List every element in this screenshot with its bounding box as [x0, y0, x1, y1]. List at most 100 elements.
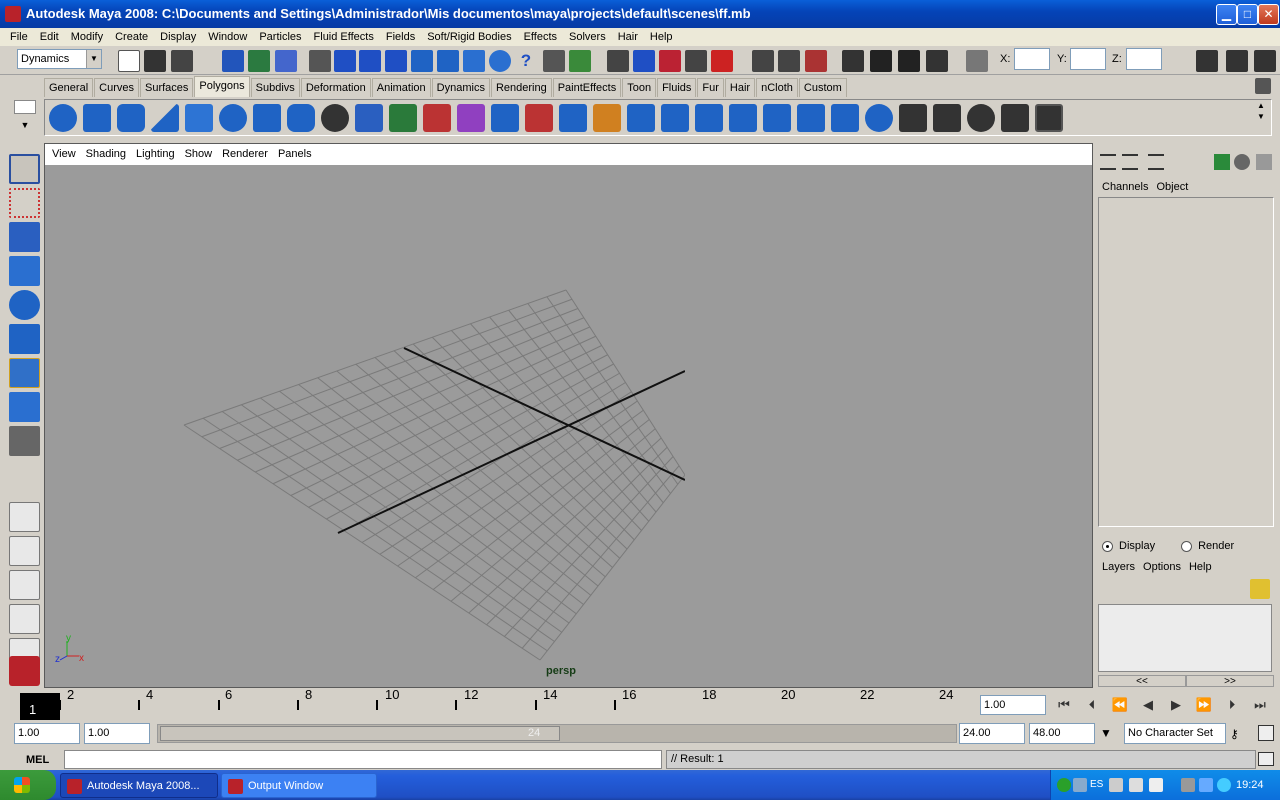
taskbar-item-maya[interactable]: Autodesk Maya 2008...	[60, 773, 218, 798]
new-layer-icon[interactable]	[1250, 579, 1270, 599]
playback-end-field[interactable]: 24.00	[959, 723, 1025, 744]
shelf-tab-ncloth[interactable]: nCloth	[756, 78, 798, 97]
uv-spherical-icon[interactable]	[967, 104, 995, 132]
render-current-icon[interactable]	[805, 50, 827, 72]
poly-torus-icon[interactable]	[219, 104, 247, 132]
key-icon[interactable]: ⚷	[1230, 727, 1250, 741]
start-button[interactable]	[0, 770, 56, 800]
average-vertices-icon[interactable]	[491, 104, 519, 132]
command-input[interactable]	[64, 750, 662, 769]
go-to-end-icon[interactable]: ⏭	[1248, 695, 1272, 715]
tool-options-icon[interactable]	[1214, 154, 1230, 170]
sphere-icon[interactable]	[489, 50, 511, 72]
graph-editor-layout-icon[interactable]	[9, 604, 40, 634]
menu-edit[interactable]: Edit	[34, 28, 65, 46]
scroll-left-button[interactable]: <<	[1098, 675, 1186, 687]
channel-layer-icon[interactable]	[1148, 154, 1164, 170]
animation-end-field[interactable]: 48.00	[1029, 723, 1095, 744]
tray-monitor-icon[interactable]	[1199, 778, 1213, 792]
bevel-icon[interactable]	[763, 104, 791, 132]
menu-hair[interactable]: Hair	[612, 28, 644, 46]
extract-icon[interactable]	[423, 104, 451, 132]
smooth-icon[interactable]	[457, 104, 485, 132]
options-menu[interactable]: Options	[1139, 558, 1185, 576]
menu-modify[interactable]: Modify	[65, 28, 109, 46]
paint-select-tool-icon[interactable]	[9, 222, 40, 252]
y-field[interactable]	[1070, 48, 1106, 70]
append-polygon-icon[interactable]	[627, 104, 655, 132]
render-region-icon[interactable]	[607, 50, 629, 72]
rotate-tool-icon[interactable]	[9, 290, 40, 320]
x-field[interactable]	[1014, 48, 1050, 70]
tray-volume-icon[interactable]	[1149, 778, 1163, 792]
ik-handle-icon[interactable]	[633, 50, 655, 72]
uv-planar-icon[interactable]	[899, 104, 927, 132]
current-time-field[interactable]: 1.00	[980, 695, 1046, 715]
shelf-tab-fur[interactable]: Fur	[697, 78, 724, 97]
layer-list[interactable]	[1098, 604, 1272, 672]
shelf-tab-surfaces[interactable]: Surfaces	[139, 78, 194, 97]
panel-menu-show[interactable]: Show	[180, 144, 218, 165]
render-globals-icon[interactable]	[926, 50, 948, 72]
close-button[interactable]: ✕	[1258, 4, 1279, 25]
tool-settings-icon[interactable]	[1226, 50, 1248, 72]
menu-display[interactable]: Display	[154, 28, 202, 46]
show-manipulator-icon[interactable]	[9, 426, 40, 456]
menu-soft-rigid-bodies[interactable]: Soft/Rigid Bodies	[421, 28, 517, 46]
menu-file[interactable]: File	[4, 28, 34, 46]
shelf-tab-dynamics[interactable]: Dynamics	[431, 78, 490, 97]
panel-menu-panels[interactable]: Panels	[273, 144, 317, 165]
soft-modification-icon[interactable]	[9, 392, 40, 422]
tray-search-icon[interactable]	[1217, 778, 1231, 792]
transform-mode-icon[interactable]	[966, 50, 988, 72]
four-view-layout-icon[interactable]	[9, 536, 40, 566]
poly-helix-icon[interactable]	[321, 104, 349, 132]
shelf-tab-animation[interactable]: Animation	[371, 78, 431, 97]
snap-point-icon[interactable]	[359, 50, 381, 72]
magnet-icon[interactable]	[659, 50, 681, 72]
step-back-frame-icon[interactable]: ⏴	[1080, 695, 1104, 715]
ipr-render-icon[interactable]	[898, 50, 920, 72]
layer-editor-icon[interactable]	[1122, 154, 1138, 170]
new-scene-icon[interactable]	[118, 50, 140, 72]
shelf-tab-toon[interactable]: Toon	[622, 78, 657, 97]
tray-network-icon[interactable]	[1057, 778, 1071, 792]
layer-scrollbar[interactable]: << >>	[1098, 675, 1274, 687]
separate-icon[interactable]	[389, 104, 417, 132]
lock-icon[interactable]	[543, 50, 565, 72]
uv-texture-editor-icon[interactable]	[1035, 104, 1063, 132]
command-language-label[interactable]: MEL	[14, 752, 64, 768]
shading-icon[interactable]	[1234, 154, 1250, 170]
shelf-tab-polygons[interactable]: Polygons	[194, 76, 250, 97]
offset-edge-loop-icon[interactable]	[729, 104, 757, 132]
shelf-tab-deformation[interactable]: Deformation	[300, 78, 371, 97]
snap-view-plane-icon[interactable]	[385, 50, 407, 72]
select-hierarchy-icon[interactable]	[222, 50, 244, 72]
shelf-tab-painteffects[interactable]: PaintEffects	[552, 78, 622, 97]
scale-tool-icon[interactable]	[9, 324, 40, 354]
object-menu[interactable]: Object	[1152, 178, 1192, 196]
extrude-icon[interactable]	[559, 104, 587, 132]
constraint-icon[interactable]	[711, 50, 733, 72]
scroll-right-button[interactable]: >>	[1186, 675, 1274, 687]
step-forward-frame-icon[interactable]: ⏵	[1220, 695, 1244, 715]
input-ops-icon[interactable]	[752, 50, 774, 72]
pointer-icon[interactable]	[1256, 154, 1272, 170]
menu-window[interactable]: Window	[202, 28, 253, 46]
help-menu[interactable]: Help	[1185, 558, 1216, 576]
clapper-icon[interactable]	[870, 50, 892, 72]
shelf-tab-curves[interactable]: Curves	[94, 78, 139, 97]
render-view-icon[interactable]	[842, 50, 864, 72]
go-to-start-icon[interactable]: ⏮	[1052, 695, 1076, 715]
render-radio[interactable]: Render	[1181, 537, 1234, 555]
z-field[interactable]	[1126, 48, 1162, 70]
range-slider-thumb[interactable]	[160, 726, 560, 741]
play-forwards-icon[interactable]: ▶	[1164, 695, 1188, 715]
maximize-button[interactable]: □	[1237, 4, 1258, 25]
poly-pipe-icon[interactable]	[287, 104, 315, 132]
merge-vertices-icon[interactable]	[525, 104, 553, 132]
minimize-button[interactable]: ▁	[1216, 4, 1237, 25]
menu-effects[interactable]: Effects	[518, 28, 563, 46]
menu-create[interactable]: Create	[109, 28, 154, 46]
snap-grid-icon[interactable]	[309, 50, 331, 72]
